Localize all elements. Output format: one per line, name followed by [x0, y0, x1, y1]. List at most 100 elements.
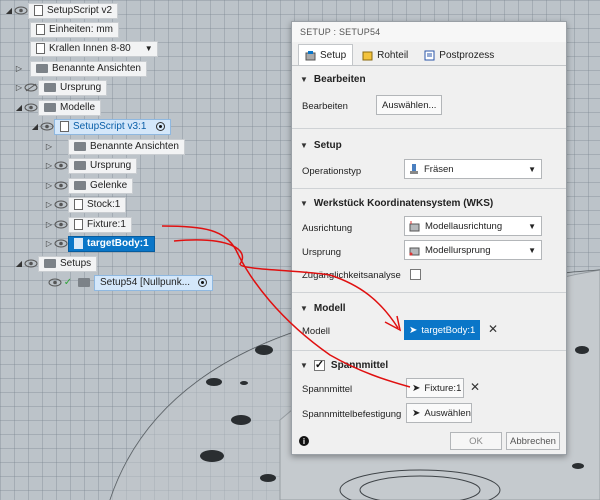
eye-icon[interactable]: [40, 122, 54, 132]
models-label[interactable]: Modelle: [38, 99, 102, 116]
ok-button[interactable]: OK: [450, 432, 502, 450]
eye-icon[interactable]: [48, 278, 62, 288]
fixture-selection[interactable]: ➤ Fixture:1: [406, 378, 464, 398]
tree-setups[interactable]: ◢ Setups: [14, 255, 98, 272]
tree-fixture[interactable]: ▷ Fixture:1: [44, 216, 132, 233]
activate-radio-icon[interactable]: [198, 278, 208, 287]
tree-units[interactable]: Einheiten: mm: [30, 21, 119, 38]
stock-icon: [362, 51, 373, 60]
eye-icon[interactable]: [54, 220, 68, 230]
milling-icon: [410, 163, 418, 174]
section-bearbeiten[interactable]: ▼ Bearbeiten: [292, 70, 566, 88]
operation-type-select[interactable]: Fräsen ▼: [404, 159, 542, 179]
section-setup[interactable]: ▼ Setup: [292, 136, 566, 154]
tree-sub-origin[interactable]: ▷ Ursprung: [44, 157, 138, 174]
origin-select[interactable]: Modellursprung ▼: [404, 240, 542, 260]
eye-icon[interactable]: [54, 181, 68, 191]
sub-named-views-label[interactable]: Benannte Ansichten: [68, 138, 185, 155]
info-icon[interactable]: i: [299, 436, 309, 446]
kralle-dropdown[interactable]: Krallen Innen 8-80 ▼: [30, 40, 158, 57]
collapse-arrow-icon[interactable]: ◢: [4, 6, 14, 16]
named-views-label[interactable]: Benannte Ansichten: [30, 60, 147, 77]
tree-joints[interactable]: ▷ Gelenke: [44, 177, 134, 194]
sub-origin-label[interactable]: Ursprung: [68, 157, 138, 174]
body-icon: [74, 199, 83, 210]
eye-icon[interactable]: [54, 239, 68, 249]
tree-origin[interactable]: ▷ Ursprung: [14, 79, 108, 96]
fixture-mount-button[interactable]: ➤ Auswählen: [406, 403, 472, 423]
tab-rohteil[interactable]: Rohteil: [355, 44, 415, 65]
tree-root[interactable]: ◢ SetupScript v2: [4, 2, 119, 19]
section-modell[interactable]: ▼ Modell: [292, 299, 566, 317]
setup-item-label[interactable]: Setup54 [Nullpunk...: [94, 274, 214, 291]
expand-arrow-icon[interactable]: ▷: [44, 200, 54, 210]
cursor-arrow-icon: ➤: [412, 382, 421, 394]
section-spannmittel[interactable]: ▼Spannmittel: [292, 356, 566, 374]
collapse-arrow-icon[interactable]: ◢: [14, 103, 24, 113]
document-icon: [34, 5, 43, 16]
tree-component[interactable]: ◢ SetupScript v3:1: [30, 118, 172, 135]
tree-stock[interactable]: ▷ Stock:1: [44, 196, 127, 213]
folder-icon: [44, 83, 56, 92]
eye-icon[interactable]: [24, 259, 38, 269]
origin-icon: [409, 247, 420, 255]
dialog-title[interactable]: SETUP : SETUP54: [292, 22, 566, 42]
tree-root-label[interactable]: SetupScript v2: [28, 2, 119, 19]
collapse-triangle-icon[interactable]: ▼: [300, 141, 308, 150]
component-label[interactable]: SetupScript v3:1: [54, 118, 172, 135]
eye-icon[interactable]: [54, 161, 68, 171]
body-icon: [74, 238, 83, 249]
units-label[interactable]: Einheiten: mm: [30, 21, 119, 38]
target-body-label[interactable]: targetBody:1: [68, 235, 155, 252]
expand-arrow-icon[interactable]: ▷: [44, 239, 54, 249]
tree-setup-item[interactable]: ✓ Setup54 [Nullpunk...: [48, 274, 214, 291]
expand-arrow-icon[interactable]: ▷: [14, 83, 24, 93]
expand-arrow-icon[interactable]: ▷: [44, 161, 54, 171]
post-process-icon: [424, 50, 435, 60]
clear-model-icon[interactable]: ✕: [488, 322, 498, 336]
orientation-select[interactable]: Modellausrichtung ▼: [404, 216, 542, 236]
model-selection[interactable]: ➤ targetBody:1: [404, 320, 480, 340]
eye-icon[interactable]: [24, 103, 38, 113]
expand-arrow-icon[interactable]: ▷: [44, 220, 54, 230]
eye-icon[interactable]: [54, 200, 68, 210]
eye-icon[interactable]: [14, 6, 28, 16]
expand-arrow-icon[interactable]: ▷: [44, 181, 54, 191]
joints-label[interactable]: Gelenke: [68, 177, 134, 194]
accessibility-checkbox[interactable]: [410, 269, 421, 280]
cursor-arrow-icon: ➤: [412, 407, 421, 419]
activate-radio-icon[interactable]: [156, 122, 166, 131]
bearbeiten-select-button[interactable]: Auswählen...: [376, 95, 443, 115]
divider: [292, 350, 566, 351]
origin-label: Ursprung: [302, 247, 342, 258]
orientation-icon: [409, 220, 420, 231]
tree-kralle[interactable]: Krallen Innen 8-80 ▼: [30, 40, 158, 57]
orientation-label: Ausrichtung: [302, 223, 353, 234]
expand-arrow-icon[interactable]: ▷: [14, 64, 24, 74]
dropdown-arrow-icon: ▼: [528, 221, 536, 231]
collapse-triangle-icon[interactable]: ▼: [300, 304, 308, 313]
fixture-label[interactable]: Fixture:1: [68, 216, 132, 233]
tab-postprozess[interactable]: Postprozess: [417, 44, 501, 65]
stock-label[interactable]: Stock:1: [68, 196, 127, 213]
collapse-triangle-icon[interactable]: ▼: [300, 199, 308, 208]
setups-label[interactable]: Setups: [38, 255, 98, 272]
tree-sub-named-views[interactable]: ▷ Benannte Ansichten: [44, 138, 185, 155]
section-wks[interactable]: ▼ Werkstück Koordinatensystem (WKS): [292, 194, 566, 212]
tab-setup[interactable]: Setup: [298, 44, 354, 65]
collapse-arrow-icon[interactable]: ◢: [30, 122, 40, 132]
collapse-arrow-icon[interactable]: ◢: [14, 259, 24, 269]
tree-target-body[interactable]: ▷ targetBody:1: [44, 235, 155, 252]
tree-models[interactable]: ◢ Modelle: [14, 99, 102, 116]
expand-arrow-icon[interactable]: ▷: [44, 142, 54, 152]
collapse-triangle-icon[interactable]: ▼: [300, 75, 308, 84]
tree-named-views[interactable]: ▷ Benannte Ansichten: [14, 60, 147, 77]
collapse-triangle-icon[interactable]: ▼: [300, 361, 308, 370]
dialog-tabs: Setup Rohteil Postprozess: [292, 42, 566, 66]
cancel-button[interactable]: Abbrechen: [506, 432, 560, 450]
origin-label[interactable]: Ursprung: [38, 79, 108, 96]
clear-fixture-icon[interactable]: ✕: [470, 380, 480, 394]
spannmittel-checkbox[interactable]: [313, 358, 325, 371]
folder-icon: [44, 103, 56, 112]
eye-hidden-icon[interactable]: [24, 83, 38, 93]
